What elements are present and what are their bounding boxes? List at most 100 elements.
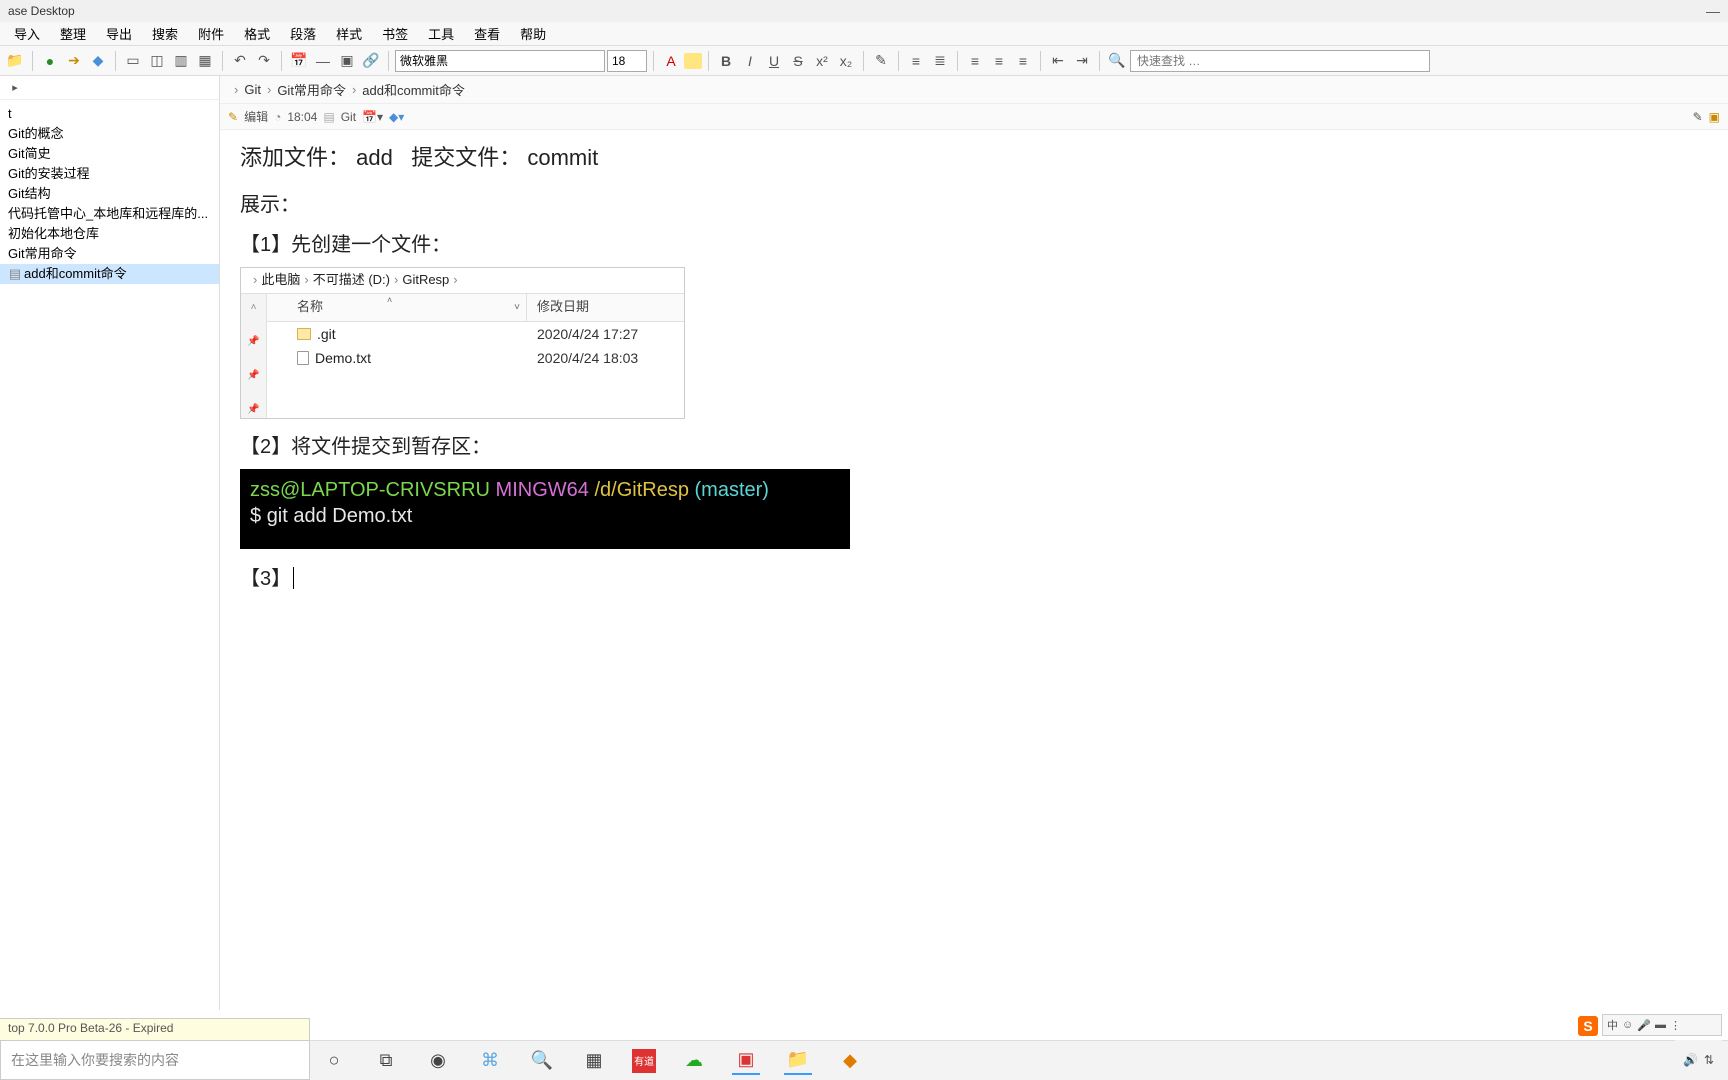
column-header-date[interactable]: 修改日期: [527, 297, 684, 318]
pin-icon[interactable]: 📌: [247, 368, 259, 384]
menu-style[interactable]: 样式: [326, 22, 372, 45]
tree-item[interactable]: 初始化本地仓库: [0, 224, 219, 244]
pin-icon[interactable]: 📌: [247, 402, 259, 418]
minimize-button[interactable]: —: [1706, 3, 1720, 19]
volume-icon[interactable]: 🔊: [1683, 1053, 1698, 1067]
menu-search[interactable]: 搜索: [142, 22, 188, 45]
tree-root-node[interactable]: t: [0, 104, 219, 124]
highlight-icon[interactable]: [684, 53, 702, 69]
menu-attachment[interactable]: 附件: [188, 22, 234, 45]
link-icon[interactable]: 🔗: [360, 50, 382, 72]
tray-icon[interactable]: ☺: [1622, 1019, 1633, 1031]
system-tray[interactable]: 中 ☺ 🎤 ▬ ⋮: [1602, 1014, 1722, 1036]
edit-mode-icon[interactable]: ✎: [228, 110, 238, 124]
nav-forward-icon[interactable]: ➔: [63, 50, 85, 72]
menu-view[interactable]: 查看: [464, 22, 510, 45]
menu-paragraph[interactable]: 段落: [280, 22, 326, 45]
menu-import[interactable]: 导入: [4, 22, 50, 45]
ime-lang-label[interactable]: 中: [1607, 1017, 1618, 1033]
tree-item[interactable]: Git常用命令: [0, 244, 219, 264]
tree-item[interactable]: Git结构: [0, 184, 219, 204]
chrome-icon[interactable]: ◉: [424, 1047, 452, 1075]
italic-icon[interactable]: I: [739, 50, 761, 72]
column-dropdown-icon[interactable]: ˅: [514, 300, 520, 316]
active-app-icon[interactable]: ▣: [732, 1047, 760, 1075]
align-right-icon[interactable]: ≡: [1012, 50, 1034, 72]
search-tb-icon[interactable]: 🔍: [1106, 50, 1128, 72]
align-left-icon[interactable]: ≡: [964, 50, 986, 72]
tag-icon[interactable]: ◆: [87, 50, 109, 72]
calendar-dropdown-icon[interactable]: 📅▾: [362, 110, 383, 124]
layout-1-icon[interactable]: ▭: [122, 50, 144, 72]
note-book-label[interactable]: Git: [341, 110, 356, 124]
explorer-crumb-item[interactable]: 此电脑: [261, 270, 300, 291]
add-green-icon[interactable]: ●: [39, 50, 61, 72]
tree-item[interactable]: Git的概念: [0, 124, 219, 144]
date-icon[interactable]: 📅: [288, 50, 310, 72]
tree-item-selected[interactable]: ▤add和commit命令: [0, 264, 219, 284]
hr-icon[interactable]: —: [312, 50, 334, 72]
subscript-icon[interactable]: x₂: [835, 50, 857, 72]
bold-icon[interactable]: B: [715, 50, 737, 72]
ordered-list-icon[interactable]: ≡: [905, 50, 927, 72]
tree-item[interactable]: Git简史: [0, 144, 219, 164]
outdent-icon[interactable]: ⇤: [1047, 50, 1069, 72]
tray-wifi-icon[interactable]: ⋮: [1670, 1019, 1681, 1032]
tray-mic-icon[interactable]: 🎤: [1637, 1019, 1651, 1032]
sidebar-expand-icon[interactable]: ▸: [4, 77, 26, 99]
calculator-icon[interactable]: ▦: [580, 1047, 608, 1075]
tree-item[interactable]: Git的安装过程: [0, 164, 219, 184]
redo-icon[interactable]: ↷: [253, 50, 275, 72]
quick-search-input[interactable]: [1130, 50, 1430, 72]
youdao-icon[interactable]: 有道: [632, 1049, 656, 1073]
tag-dropdown-icon[interactable]: ◆▾: [389, 110, 404, 124]
crumb-item[interactable]: add和commit命令: [362, 80, 465, 99]
unordered-list-icon[interactable]: ≣: [929, 50, 951, 72]
external-edit-icon[interactable]: ✎: [1693, 110, 1703, 124]
scroll-up-icon[interactable]: ˄: [251, 300, 257, 316]
menu-tools[interactable]: 工具: [418, 22, 464, 45]
tree-item[interactable]: 代码托管中心_本地库和远程库的...: [0, 204, 219, 224]
pin-icon[interactable]: 📌: [247, 334, 259, 350]
tray-battery-icon[interactable]: ▬: [1655, 1019, 1666, 1031]
layout-2-icon[interactable]: ◫: [146, 50, 168, 72]
layout-4-icon[interactable]: ▦: [194, 50, 216, 72]
cortana-icon[interactable]: ○: [320, 1047, 348, 1075]
underline-icon[interactable]: U: [763, 50, 785, 72]
explorer-crumb-item[interactable]: GitResp: [402, 270, 449, 291]
new-folder-icon[interactable]: 📁: [4, 50, 26, 72]
magnify-icon[interactable]: 🔍: [528, 1047, 556, 1075]
document-body[interactable]: 添加文件： add 提交文件： commit 展示： 【1】先创建一个文件： ›…: [220, 130, 1728, 1010]
layout-3-icon[interactable]: ▥: [170, 50, 192, 72]
wechat-icon[interactable]: ☁: [680, 1047, 708, 1075]
highlighter-icon[interactable]: ✎: [870, 50, 892, 72]
network-icon[interactable]: ⇅: [1704, 1053, 1714, 1067]
note-options-icon[interactable]: ▣: [1709, 110, 1720, 124]
explorer-row[interactable]: .git 2020/4/24 17:27: [267, 322, 684, 346]
explorer-crumb-item[interactable]: 不可描述 (D:): [313, 270, 390, 291]
crumb-item[interactable]: Git: [244, 82, 261, 97]
windows-search-box[interactable]: 在这里输入你要搜索的内容: [0, 1040, 310, 1080]
align-center-icon[interactable]: ≡: [988, 50, 1010, 72]
misc-app-icon[interactable]: ◆: [836, 1047, 864, 1075]
strike-icon[interactable]: S: [787, 50, 809, 72]
image-icon[interactable]: ▣: [336, 50, 358, 72]
column-header-name[interactable]: 名称 ˄ ˅: [267, 294, 527, 321]
menu-organize[interactable]: 整理: [50, 22, 96, 45]
menu-format[interactable]: 格式: [234, 22, 280, 45]
explorer-row[interactable]: Demo.txt 2020/4/24 18:03: [267, 346, 684, 370]
indent-icon[interactable]: ⇥: [1071, 50, 1093, 72]
font-size-select[interactable]: [607, 50, 647, 72]
font-family-select[interactable]: [395, 50, 605, 72]
font-color-icon[interactable]: A: [660, 50, 682, 72]
task-view-icon[interactable]: ⧉: [372, 1047, 400, 1075]
menu-export[interactable]: 导出: [96, 22, 142, 45]
superscript-icon[interactable]: x²: [811, 50, 833, 72]
menu-bookmark[interactable]: 书签: [372, 22, 418, 45]
crumb-item[interactable]: Git常用命令: [277, 80, 346, 99]
menu-help[interactable]: 帮助: [510, 22, 556, 45]
sogou-ime-icon[interactable]: S: [1578, 1016, 1598, 1036]
app-icon[interactable]: ⌘: [476, 1047, 504, 1075]
undo-icon[interactable]: ↶: [229, 50, 251, 72]
explorer-taskbar-icon[interactable]: 📁: [784, 1047, 812, 1075]
